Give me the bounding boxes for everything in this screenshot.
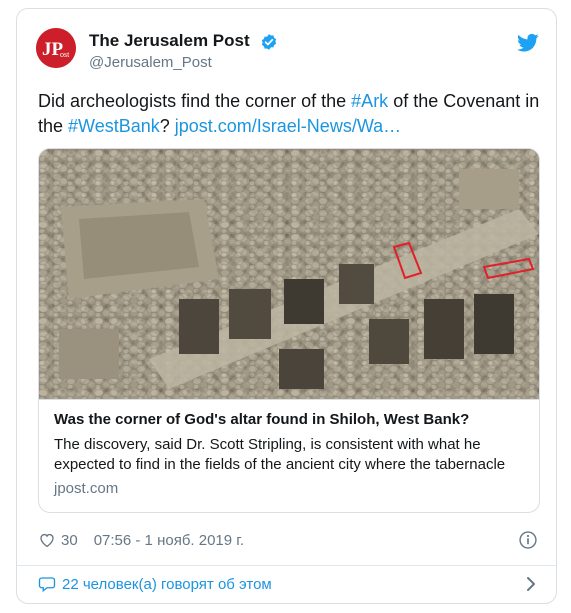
author-handle[interactable]: @Jerusalem_Post (89, 54, 212, 71)
tweet-text: Did archeologists find the corner of the… (38, 89, 543, 139)
link-card-domain: jpost.com (54, 480, 119, 497)
divider (17, 565, 556, 566)
article-photo[interactable] (39, 149, 539, 399)
avatar[interactable]: JP ost (36, 28, 76, 68)
link-card-body[interactable]: Was the corner of God's altar found in S… (39, 399, 539, 512)
heart-icon[interactable] (38, 531, 56, 549)
like-count[interactable]: 30 (61, 532, 78, 549)
tweet-meta: 30 07:56 - 1 нояб. 2019 г. (38, 529, 244, 551)
hashtag-ark[interactable]: #Ark (351, 91, 388, 111)
excavation-aerial-image (39, 149, 539, 399)
hashtag-westbank[interactable]: #WestBank (68, 116, 160, 136)
twitter-bird-icon[interactable] (517, 33, 539, 53)
tweet-text-part: ? (159, 116, 175, 136)
tweet-url-link[interactable]: jpost.com/Israel-News/Wa… (175, 116, 401, 136)
tweet-timestamp[interactable]: 07:56 - 1 нояб. 2019 г. (94, 532, 244, 549)
comment-bubble-icon (38, 577, 56, 593)
author-name[interactable]: The Jerusalem Post (89, 31, 250, 51)
jpost-logo: JP ost (36, 28, 76, 68)
info-icon[interactable] (518, 530, 538, 550)
tweet-text-part: Did archeologists find the corner of the (38, 91, 352, 111)
svg-text:ost: ost (60, 50, 70, 59)
conversation-link[interactable]: 22 человек(а) говорят об этом (38, 574, 272, 594)
verified-badge-icon (261, 34, 277, 50)
conversation-count-text: 22 человек(а) говорят об этом (62, 575, 272, 593)
chevron-right-icon[interactable] (524, 575, 538, 593)
tweet-card: JP ost The Jerusalem Post @Jerusalem_Pos… (16, 8, 557, 604)
link-preview-card[interactable]: Was the corner of God's altar found in S… (38, 148, 540, 513)
link-card-description: The discovery, said Dr. Scott Stripling,… (54, 436, 506, 473)
link-card-title: Was the corner of God's altar found in S… (54, 411, 470, 428)
